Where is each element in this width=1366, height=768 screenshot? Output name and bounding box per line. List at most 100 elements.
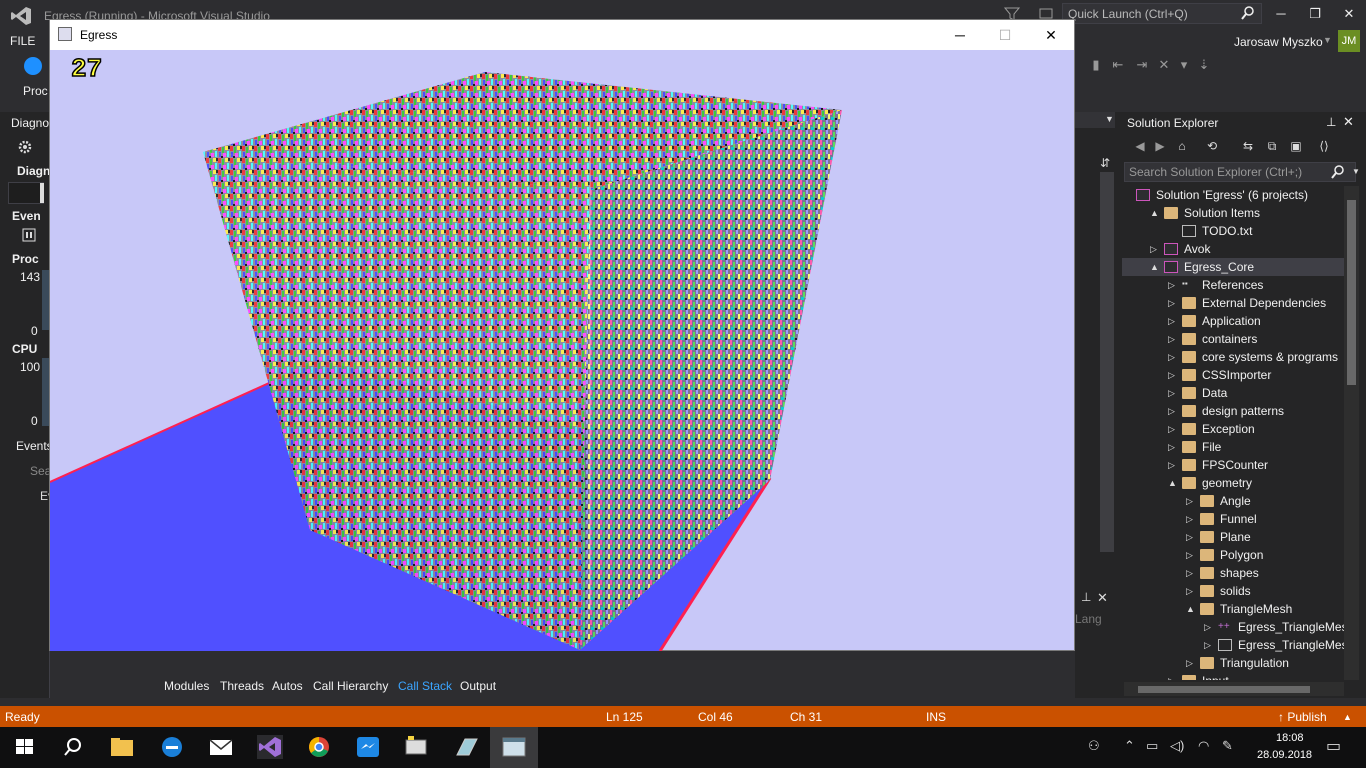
timeline-bar[interactable] xyxy=(8,182,44,204)
forward-icon[interactable]: ▶ xyxy=(1152,139,1168,155)
tree-item[interactable]: ▷ Exception xyxy=(1122,420,1344,438)
menu-file[interactable]: FILE xyxy=(10,34,35,48)
vs-close-button[interactable]: ✕ xyxy=(1339,5,1359,23)
tab-output[interactable]: Output xyxy=(460,679,496,693)
editor-scrollbar[interactable] xyxy=(1100,172,1114,552)
tree-item[interactable]: ▷ Data xyxy=(1122,384,1344,402)
collapsed-arrow-icon[interactable]: ▷ xyxy=(1186,530,1196,544)
split-icon[interactable]: ⇵ xyxy=(1100,156,1110,170)
tree-item[interactable]: ▷ ▪▪ References xyxy=(1122,276,1344,294)
chrome-icon[interactable] xyxy=(306,735,332,759)
tree-item[interactable]: ▲ geometry xyxy=(1122,474,1344,492)
clock-date[interactable]: 28.09.2018 xyxy=(1257,749,1312,761)
tree-item[interactable]: ▷ core systems & programs xyxy=(1122,348,1344,366)
collapsed-arrow-icon[interactable]: ▷ xyxy=(1168,674,1178,680)
process-memory-header[interactable]: Proc xyxy=(12,252,39,266)
bookmark-next-icon[interactable]: ⇥ xyxy=(1134,57,1150,73)
taskbar-active-app[interactable] xyxy=(490,727,538,768)
tab-call-hierarchy[interactable]: Call Hierarchy xyxy=(313,679,388,693)
messenger-icon[interactable] xyxy=(355,735,381,759)
tree-item[interactable]: ▲ Solution Items xyxy=(1122,204,1344,222)
events-tab[interactable]: Events xyxy=(16,439,53,453)
vs-minimize-button[interactable]: ─ xyxy=(1271,5,1291,23)
collapsed-arrow-icon[interactable]: ▷ xyxy=(1168,422,1178,436)
toolbar-overflow-icon[interactable]: ⇣ xyxy=(1196,57,1212,73)
tab-autos[interactable]: Autos xyxy=(272,679,303,693)
collapsed-arrow-icon[interactable]: ▷ xyxy=(1204,638,1214,652)
close-icon[interactable]: ✕ xyxy=(1343,114,1354,130)
collapsed-arrow-icon[interactable]: ▷ xyxy=(1168,404,1178,418)
tree-item[interactable]: Solution 'Egress' (6 projects) xyxy=(1122,186,1344,204)
collapsed-arrow-icon[interactable]: ▷ xyxy=(1186,548,1196,562)
tree-item[interactable]: ▷ Input xyxy=(1122,672,1344,680)
dropdown-stub[interactable]: ▼ xyxy=(1075,112,1115,128)
collapsed-arrow-icon[interactable]: ▷ xyxy=(1186,494,1196,508)
tree-item[interactable]: ▷ solids xyxy=(1122,582,1344,600)
collapsed-arrow-icon[interactable]: ▷ xyxy=(1186,656,1196,670)
visual-studio-taskbar-icon[interactable] xyxy=(257,735,283,759)
mail-icon[interactable] xyxy=(208,735,234,759)
publish-button[interactable]: ↑ Publish xyxy=(1278,710,1327,724)
battery-icon[interactable]: ▭ xyxy=(1146,738,1158,754)
chevron-down-icon[interactable]: ▼ xyxy=(1323,35,1332,45)
app-icon-mirror[interactable] xyxy=(453,735,479,759)
home-icon[interactable]: ⌂ xyxy=(1174,139,1190,155)
egress-title-bar[interactable]: Egress ─ ☐ ✕ xyxy=(50,20,1074,50)
app-icon-ini[interactable] xyxy=(403,735,429,759)
tree-item[interactable]: ▷ Plane xyxy=(1122,528,1344,546)
edge-browser-icon[interactable] xyxy=(159,735,185,759)
chevron-down-icon[interactable]: ▼ xyxy=(1352,167,1360,176)
tab-modules[interactable]: Modules xyxy=(164,679,209,693)
avatar[interactable]: JM xyxy=(1338,30,1360,52)
collapsed-arrow-icon[interactable]: ▷ xyxy=(1168,314,1178,328)
pin-icon[interactable]: ⊥ xyxy=(1081,590,1091,604)
tree-item[interactable]: ▷ FPSCounter xyxy=(1122,456,1344,474)
search-icon[interactable] xyxy=(60,735,86,759)
tree-item[interactable]: ▷ External Dependencies xyxy=(1122,294,1344,312)
tree-item[interactable]: ▲ Egress_Core xyxy=(1122,258,1344,276)
user-name[interactable]: Jarosaw Myszko xyxy=(1234,35,1323,49)
tree-item[interactable]: TODO.txt xyxy=(1122,222,1344,240)
egress-maximize-button[interactable]: ☐ xyxy=(995,26,1015,44)
pin-icon[interactable]: ⊥ xyxy=(1326,115,1336,129)
gear-icon[interactable] xyxy=(16,138,34,156)
egress-close-button[interactable]: ✕ xyxy=(1041,26,1061,44)
tree-item[interactable]: ▷ design patterns xyxy=(1122,402,1344,420)
tree-item[interactable]: ▷ Angle xyxy=(1122,492,1344,510)
chevron-up-icon[interactable]: ▲ xyxy=(1343,712,1352,722)
vs-maximize-button[interactable]: ❐ xyxy=(1305,5,1325,23)
collapsed-arrow-icon[interactable]: ▷ xyxy=(1168,332,1178,346)
collapsed-arrow-icon[interactable]: ▷ xyxy=(1204,620,1214,634)
back-icon[interactable]: ◀ xyxy=(1132,139,1148,155)
render-viewport[interactable] xyxy=(50,50,1074,651)
bookmark-prev-icon[interactable]: ⇤ xyxy=(1110,57,1126,73)
collapsed-arrow-icon[interactable]: ▷ xyxy=(1168,350,1178,364)
volume-icon[interactable]: ◁) xyxy=(1170,738,1184,754)
quick-launch-input[interactable]: Quick Launch (Ctrl+Q) xyxy=(1062,3,1262,24)
tree-item[interactable]: ▷ containers xyxy=(1122,330,1344,348)
collapsed-arrow-icon[interactable]: ▷ xyxy=(1168,368,1178,382)
bookmark-clear-icon[interactable]: ✕ xyxy=(1156,57,1172,73)
cpu-header[interactable]: CPU xyxy=(12,342,37,356)
windows-start-icon[interactable] xyxy=(12,735,38,759)
collapsed-arrow-icon[interactable]: ▷ xyxy=(1186,512,1196,526)
wifi-icon[interactable]: ◠ xyxy=(1198,738,1209,754)
expanded-arrow-icon[interactable]: ▲ xyxy=(1150,206,1160,220)
egress-minimize-button[interactable]: ─ xyxy=(950,26,970,44)
close-icon[interactable]: ✕ xyxy=(1097,590,1108,606)
tree-item[interactable]: ▷ File xyxy=(1122,438,1344,456)
tree-item[interactable]: ▷ Triangulation xyxy=(1122,654,1344,672)
show-all-files-icon[interactable]: ▣ xyxy=(1288,139,1304,155)
collapsed-arrow-icon[interactable]: ▷ xyxy=(1150,242,1160,256)
tree-item[interactable]: ▷ shapes xyxy=(1122,564,1344,582)
clock-time[interactable]: 18:08 xyxy=(1276,732,1304,744)
vertical-scroll-thumb[interactable] xyxy=(1347,200,1356,385)
bookmark-icon[interactable]: ▮ xyxy=(1088,57,1104,73)
expanded-arrow-icon[interactable]: ▲ xyxy=(1168,476,1178,490)
expanded-arrow-icon[interactable]: ▲ xyxy=(1186,602,1196,616)
notifications-icon[interactable]: ▭ xyxy=(1326,736,1341,756)
egress-window[interactable]: Egress ─ ☐ ✕ 27 xyxy=(49,19,1075,651)
expanded-arrow-icon[interactable]: ▲ xyxy=(1150,260,1160,274)
solution-explorer-search-input[interactable]: Search Solution Explorer (Ctrl+;) xyxy=(1124,162,1356,182)
collapsed-arrow-icon[interactable]: ▷ xyxy=(1168,458,1178,472)
